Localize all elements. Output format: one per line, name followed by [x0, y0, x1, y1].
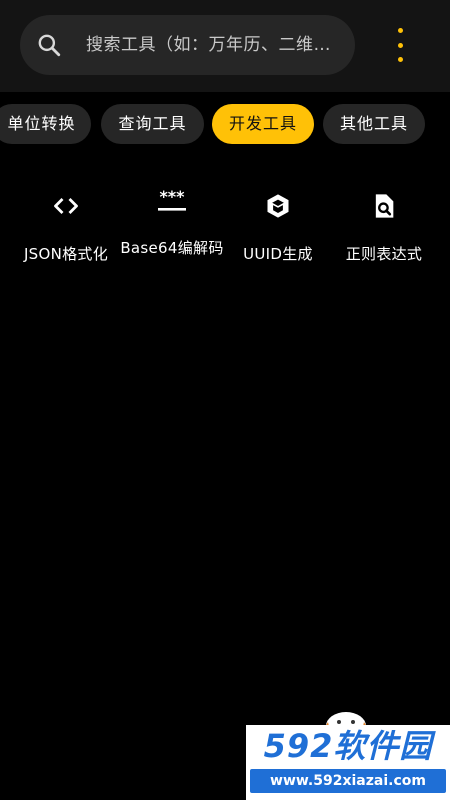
watermark: 592软件园 www.592xiazai.com: [246, 725, 450, 800]
watermark-url: www.592xiazai.com: [250, 769, 446, 793]
tool-label: JSON格式化: [23, 245, 109, 263]
more-options-icon[interactable]: [384, 28, 416, 62]
tab-query-tools[interactable]: 查询工具: [101, 104, 204, 144]
tool-label: Base64编解码: [120, 239, 224, 257]
category-tabs: 单位转换 查询工具 开发工具 其他工具: [0, 104, 450, 144]
app-screen: 搜索工具（如：万年历、二维… 单位转换 查询工具 开发工具 其他工具 JSON格…: [0, 0, 450, 800]
search-placeholder: 搜索工具（如：万年历、二维…: [86, 35, 331, 55]
svg-text:***: ***: [159, 187, 185, 206]
tool-base64[interactable]: *** Base64编解码: [116, 180, 228, 258]
tool-regex[interactable]: 正则表达式: [328, 186, 440, 264]
search-input[interactable]: 搜索工具（如：万年历、二维…: [20, 15, 355, 75]
cube-icon: [267, 194, 289, 218]
tab-dev-tools[interactable]: 开发工具: [212, 104, 314, 144]
tool-label: UUID生成: [243, 245, 313, 263]
tab-unit-conversion[interactable]: 单位转换: [0, 104, 91, 144]
tool-json-formatter[interactable]: JSON格式化: [10, 186, 122, 264]
code-brackets-icon: [54, 198, 78, 214]
search-icon: [38, 34, 61, 57]
watermark-brand: 592软件园: [263, 727, 433, 765]
tool-uuid[interactable]: UUID生成: [222, 186, 334, 264]
file-search-icon: [375, 194, 394, 218]
password-icon: ***: [158, 187, 186, 211]
top-bar: 搜索工具（如：万年历、二维…: [0, 0, 450, 92]
tool-label: 正则表达式: [345, 245, 423, 263]
tab-other-tools[interactable]: 其他工具: [323, 104, 425, 144]
